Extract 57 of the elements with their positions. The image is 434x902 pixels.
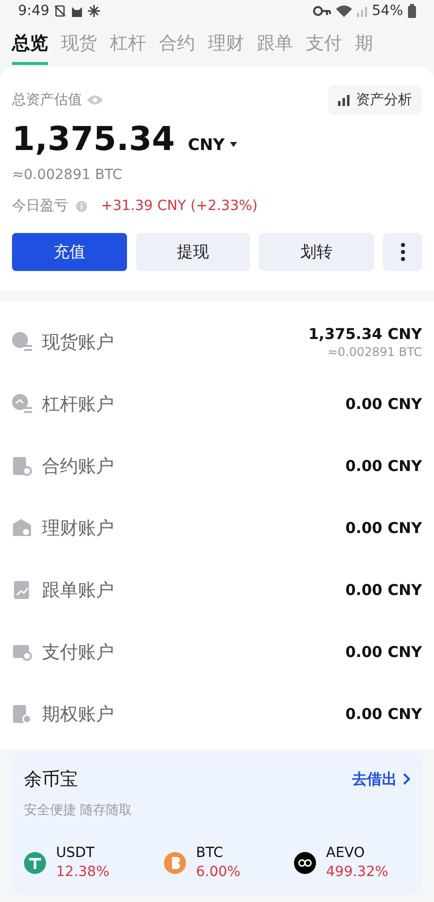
account-value: 0.00 CNY <box>345 457 422 475</box>
battery-percent: 54% <box>372 3 403 20</box>
document-icon <box>12 456 32 476</box>
coin-symbol: USDT <box>56 845 96 861</box>
coin-rate: 12.38% <box>56 864 110 880</box>
bar-chart-icon <box>338 94 350 106</box>
account-value: 0.00 CNY <box>345 395 422 413</box>
btc-equivalent: ≈0.002891 BTC <box>12 167 122 183</box>
wallet-icon <box>12 518 32 538</box>
cat-icon <box>71 5 84 18</box>
battery-icon <box>408 4 416 18</box>
asset-analysis-button[interactable]: 资产分析 <box>328 85 422 115</box>
account-name[interactable]: 合约账户 <box>42 454 114 478</box>
info-icon <box>76 200 87 212</box>
coin-symbol: AEVO <box>326 845 366 861</box>
account-value: 1,375.34 CNY <box>308 325 422 343</box>
signal-icon <box>356 5 367 18</box>
total-balance: 1,375.34 <box>12 119 175 158</box>
account-value: 0.00 CNY <box>345 643 422 661</box>
account-name[interactable]: 期权账户 <box>42 702 114 726</box>
chevron-right-icon <box>403 773 410 785</box>
account-name[interactable]: 跟单账户 <box>42 578 114 602</box>
key-icon <box>312 6 331 16</box>
notification-off-icon <box>54 5 66 18</box>
coin-icon <box>12 332 32 352</box>
eye-icon <box>87 95 103 105</box>
pnl-label: 今日盈亏 <box>12 197 68 215</box>
status-time: 9:49 <box>18 3 50 20</box>
currency-selector[interactable]: CNY <box>188 135 237 154</box>
more-button[interactable] <box>383 233 422 271</box>
savings-title: 余币宝 <box>24 768 78 791</box>
account-name[interactable]: 理财账户 <box>42 516 114 540</box>
coin-symbol: BTC <box>196 845 224 861</box>
coin-rate: 499.32% <box>326 864 388 880</box>
document-icon <box>12 704 32 724</box>
savings-subtitle: 安全便捷 随存随取 <box>24 803 132 818</box>
account-value: 0.00 CNY <box>345 705 422 723</box>
account-name[interactable]: 支付账户 <box>42 640 114 664</box>
pnl-value: +31.39 CNY (+2.33%) <box>101 198 258 214</box>
coin-rate: 6.00% <box>196 864 240 880</box>
total-assets-label: 总资产估值 <box>12 91 82 109</box>
account-name[interactable]: 杠杆账户 <box>42 392 114 416</box>
lend-link[interactable]: 去借出 <box>352 770 410 788</box>
deposit-button[interactable]: 充值 <box>12 233 127 271</box>
chart-document-icon <box>12 580 32 600</box>
account-btc-value: ≈0.002891 BTC <box>328 345 422 359</box>
account-value: 0.00 CNY <box>345 519 422 537</box>
action-button[interactable]: 提现 <box>136 233 250 271</box>
card-icon <box>12 642 32 662</box>
snowflake-icon <box>88 5 100 18</box>
account-value: 0.00 CNY <box>345 581 422 599</box>
action-button[interactable]: 划转 <box>259 233 374 271</box>
caret-icon <box>230 142 237 147</box>
more-icon <box>400 243 405 261</box>
exchange-icon <box>12 394 32 414</box>
wifi-icon <box>336 5 352 18</box>
account-name[interactable]: 现货账户 <box>42 330 114 354</box>
